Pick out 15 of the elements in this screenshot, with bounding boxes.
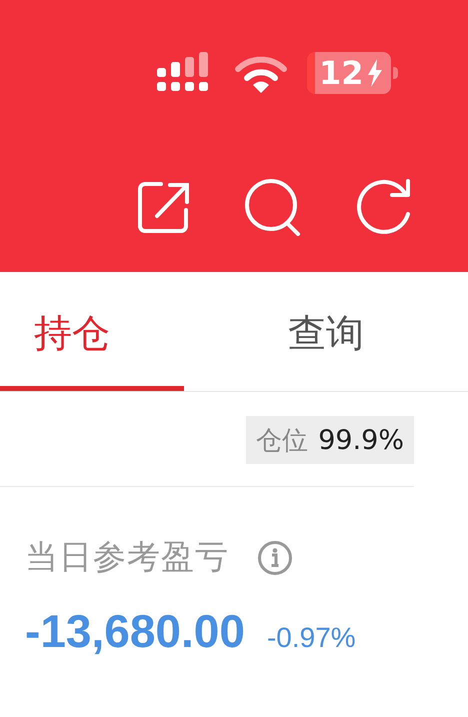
search-icon[interactable] [243, 178, 303, 236]
refresh-icon[interactable] [355, 178, 413, 236]
position-label: 仓位 [256, 424, 308, 458]
info-icon[interactable] [257, 540, 293, 576]
bolt-icon [366, 59, 383, 87]
share-icon[interactable] [137, 180, 191, 234]
battery-level: 12 [319, 57, 364, 89]
battery-cap-icon [392, 67, 398, 79]
wifi-icon [235, 55, 287, 95]
tab[interactable]: 持仓 [0, 272, 184, 391]
tab[interactable]: 查询 [236, 272, 416, 391]
pnl-percent: -0.97% [266, 622, 356, 654]
pnl-label: 当日参考盈亏 [25, 536, 229, 578]
position-value: 99.9% [318, 424, 404, 456]
pnl-value: -13,680.00 [25, 604, 245, 658]
